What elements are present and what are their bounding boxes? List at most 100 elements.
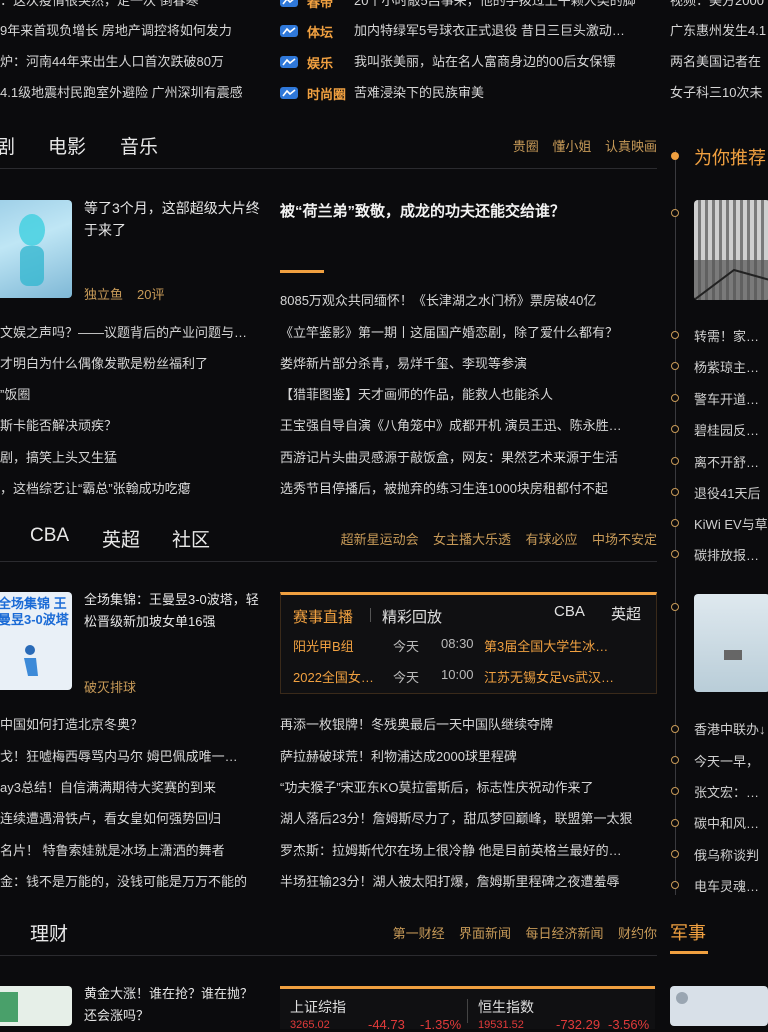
sub-link-nbd[interactable]: 每日经济新闻	[526, 926, 604, 941]
match-row[interactable]: 2022全国女… 今天 10:00 江苏无锡女足vs武汉…	[293, 667, 648, 685]
tab-live-epl[interactable]: 英超	[611, 603, 641, 624]
tab-replay[interactable]: 精彩回放	[382, 606, 442, 627]
military-title[interactable]: 军事	[670, 919, 706, 945]
recommend-item[interactable]: 碧桂园反击恶	[694, 420, 768, 439]
list-item[interactable]: 连续遭遇滑铁卢，看女皇如何强势回归	[0, 810, 265, 828]
sub-link-anchor[interactable]: 女主播大乐透	[433, 532, 511, 547]
stock-name[interactable]: 上证综指	[290, 997, 346, 1017]
feature-thumbnail[interactable]	[0, 986, 72, 1026]
tab-music[interactable]: 音乐	[120, 132, 158, 159]
recommend-item[interactable]: 转需！家庭防	[694, 326, 768, 345]
sub-link-ball[interactable]: 有球必应	[526, 532, 578, 547]
recommend-item[interactable]: 退役41天后	[694, 483, 768, 502]
news-link[interactable]: 两名美国记者在	[670, 53, 768, 71]
category-tag[interactable]: 春帝	[307, 0, 333, 11]
list-item[interactable]: “功夫猴子”宋亚东KO莫拉雷斯后，标志性庆祝动作来了	[280, 779, 656, 797]
tab-live-cba[interactable]: CBA	[554, 603, 585, 620]
list-item[interactable]: 金：钱不是万能的，没钱可能是万万不能的	[0, 873, 265, 891]
recommend-thumbnail[interactable]	[694, 200, 768, 300]
tab-live[interactable]: 赛事直播	[293, 606, 353, 627]
list-item[interactable]: 文娱之声吗？——议题背后的产业问题与…	[0, 324, 265, 342]
sub-link-renzhen[interactable]: 认真映画	[605, 139, 657, 154]
feature-thumbnail[interactable]: 全场集锦 王曼昱3-0波塔	[0, 592, 72, 690]
sub-link-guiquan[interactable]: 贵圈	[513, 139, 539, 154]
news-link[interactable]: 女子科三10次未	[670, 84, 768, 102]
feature-source[interactable]: 独立鱼	[84, 284, 123, 303]
list-item[interactable]: 再添一枚银牌！冬残奥最后一天中国队继续夺牌	[280, 716, 656, 734]
recommend-item[interactable]: KiWi EV与草	[694, 514, 768, 533]
category-tag[interactable]: 体坛	[307, 22, 333, 41]
recommend-item[interactable]: 张文宏：对于	[694, 782, 768, 801]
recommend-item[interactable]: 今天一早，	[694, 751, 768, 770]
match-row[interactable]: 阳光甲B组 今天 08:30 第3届全国大学生冰…	[293, 636, 648, 654]
list-item[interactable]: 戈！狂嘘梅西辱骂内马尔 姆巴佩成唯一…	[0, 748, 265, 766]
list-item[interactable]: 娄烨新片部分杀青，易烊千玺、李现等参演	[280, 355, 652, 373]
news-link[interactable]: 视频：美方2000	[670, 0, 768, 10]
news-link[interactable]: 9年来首现负增长 房地产调控将如何发力	[0, 22, 265, 40]
stock-name[interactable]: 恒生指数	[478, 997, 534, 1017]
news-link[interactable]: 20个小时敲5吕事来，他的手拨过上午颗人类的脚	[354, 0, 650, 10]
list-item[interactable]: ”饭圈	[0, 386, 265, 404]
list-item[interactable]: 中国如何打造北京冬奥？	[0, 716, 265, 734]
list-item[interactable]: 8085万观众共同缅怀！《长津湖之水门桥》票房破40亿	[280, 292, 652, 310]
military-thumbnail[interactable]	[670, 986, 768, 1026]
list-item[interactable]: 萨拉赫破球荒！利物浦达成2000球里程碑	[280, 748, 656, 766]
stock-change: -44.73	[368, 1017, 405, 1032]
feature-title[interactable]: 等了3个月，这部超级大片终于来了	[84, 197, 264, 241]
tab-finance[interactable]: 理财	[30, 919, 68, 946]
news-link[interactable]: 加内特绿军5号球衣正式退役 昔日三巨头激动…	[354, 22, 650, 40]
news-link[interactable]: 炉：河南44年来出生人口首次跌破80万	[0, 53, 265, 71]
tab-community[interactable]: 社区	[172, 525, 210, 552]
recommend-item[interactable]: 碳排放报告数	[694, 545, 768, 564]
list-item[interactable]: ay3总结！自信满满期待大奖赛的到来	[0, 779, 265, 797]
headline[interactable]: 被“荷兰弟”致敬，成龙的功夫还能交给谁？	[280, 200, 565, 221]
sub-link-jiemian[interactable]: 界面新闻	[459, 926, 511, 941]
feature-source[interactable]: 破灭排球	[84, 677, 136, 696]
list-item[interactable]: 才明白为什么偶像发歌是粉丝福利了	[0, 355, 265, 373]
list-item[interactable]: 罗杰斯：拉姆斯代尔在场上很冷静 他是目前英格兰最好的…	[280, 842, 656, 860]
recommend-item[interactable]: 俄乌称谈判	[694, 845, 768, 864]
list-item[interactable]: 西游记片头曲灵感源于敲饭盒，网友：果然艺术来源于生活	[280, 449, 652, 467]
list-item[interactable]: 名片！ 特鲁索娃就是冰场上潇洒的舞者	[0, 842, 265, 860]
tab-drama[interactable]: 剧	[0, 132, 15, 159]
recommend-item[interactable]: 警车开道！深	[694, 389, 768, 408]
news-link[interactable]: 我叫张美丽，站在名人富商身边的00后女保镖	[354, 53, 650, 71]
list-item[interactable]: 选秀节目停播后，被抛弃的练习生连1000块房租都付不起	[280, 480, 652, 498]
sub-link-yicai[interactable]: 第一财经	[393, 926, 445, 941]
recommend-item[interactable]: 离不开舒适圈	[694, 452, 768, 471]
list-item[interactable]: 斯卡能否解决顽疾？	[0, 417, 265, 435]
recommend-item[interactable]: 杨紫琼主演电	[694, 357, 768, 376]
list-item[interactable]: 【猎菲图鉴】天才画师的作品，能救人也能杀人	[280, 386, 652, 404]
news-link[interactable]: 苦难浸染下的民族审美	[354, 84, 650, 102]
sub-link-caiyue[interactable]: 财约你	[618, 926, 657, 941]
list-item[interactable]: 湖人落后23分！詹姆斯尽力了，甜瓜梦回巅峰，联盟第一太狠	[280, 810, 656, 828]
sub-link-dongxiaojie[interactable]: 懂小姐	[552, 139, 591, 154]
feature-title[interactable]: 全场集锦：王曼昱3-0波塔，轻松晋级新加坡女单16强	[84, 589, 262, 633]
recommend-item[interactable]: 碳中和风口下	[694, 813, 768, 832]
recommend-item[interactable]: 电车灵魂五问	[694, 876, 768, 895]
tab-movie[interactable]: 电影	[48, 132, 86, 159]
comment-count[interactable]: 20评	[137, 284, 164, 303]
news-link[interactable]: 4.1级地震村民跑室外避险 广州深圳有震感	[0, 84, 265, 102]
news-link[interactable]: ：这次疫情很突然，走一次 倒春寒	[0, 0, 265, 10]
list-item[interactable]: ，这档综艺让“霸总”张翰成功吃瘪	[0, 480, 265, 498]
sub-link-supernova[interactable]: 超新星运动会	[341, 532, 419, 547]
list-item[interactable]: 剧，搞笑上头又生猛	[0, 449, 265, 467]
news-link[interactable]: 广东惠州发生4.1	[670, 22, 768, 40]
list-item[interactable]: 王宝强自导自演《八角笼中》成都开机 演员王迅、陈永胜…	[280, 417, 652, 435]
feature-thumbnail[interactable]	[0, 200, 72, 298]
news-row[interactable]: 时尚圈 苦难浸染下的民族审美	[280, 84, 650, 102]
tab-premier-league[interactable]: 英超	[102, 525, 140, 552]
feature-title[interactable]: 黄金大涨！谁在抢？谁在抛？还会涨吗？	[84, 983, 264, 1027]
list-item[interactable]: 《立竿鉴影》第一期丨这届国产婚恋剧，除了爱什么都有？	[280, 324, 652, 342]
news-row[interactable]: 春帝 20个小时敲5吕事来，他的手拨过上午颗人类的脚	[280, 0, 650, 10]
tab-cba[interactable]: CBA	[30, 525, 69, 547]
category-tag[interactable]: 时尚圈	[307, 84, 346, 103]
recommend-thumbnail[interactable]	[694, 594, 768, 692]
news-row[interactable]: 体坛 加内特绿军5号球衣正式退役 昔日三巨头激动…	[280, 22, 650, 40]
sub-link-midfield[interactable]: 中场不安定	[592, 532, 657, 547]
category-tag[interactable]: 娱乐	[307, 53, 333, 72]
recommend-item[interactable]: 香港中联办↓	[694, 719, 768, 738]
list-item[interactable]: 半场狂输23分！湖人被太阳打爆，詹姆斯里程碑之夜遭羞辱	[280, 873, 656, 891]
news-row[interactable]: 娱乐 我叫张美丽，站在名人富商身边的00后女保镖	[280, 53, 650, 71]
